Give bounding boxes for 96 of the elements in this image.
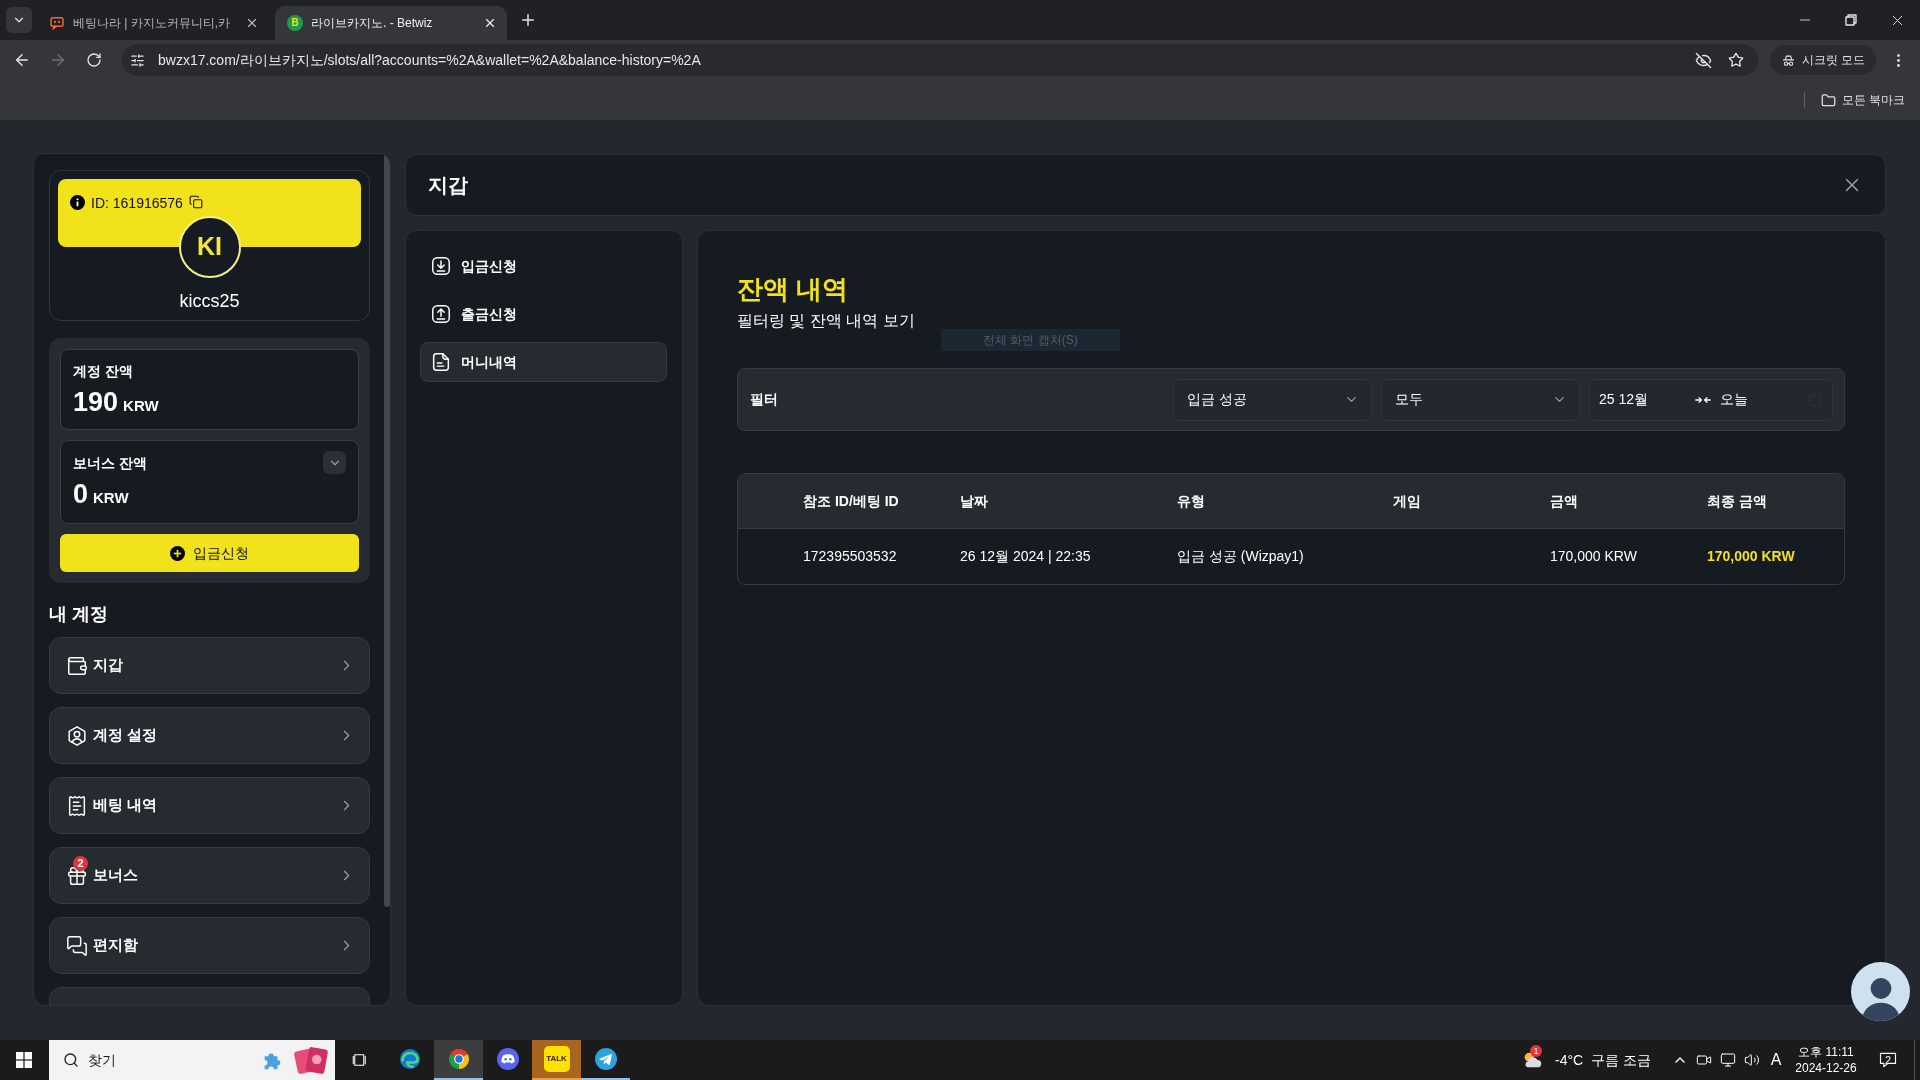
wallet-nav-item[interactable]: 출금신청 [420,294,667,334]
camera-icon[interactable] [1696,1052,1712,1068]
browser-tab[interactable]: 베팅나라 | 카지노커뮤니티,카 [37,6,269,40]
speech-bubble-icon [1878,1050,1898,1070]
page-heading: 잔액 내역 [737,273,849,306]
page-subheading: 필터링 및 잔액 내역 보기 [737,311,915,331]
menu-item[interactable]: 계정 설정 [49,707,370,764]
chat-bubbles-icon [66,934,88,957]
currency-label: KRW [93,488,129,508]
table-cell-text: 170,000 KRW [1550,547,1637,566]
document-icon [430,351,452,373]
taskbar-app[interactable] [434,1040,483,1080]
username: kiccs25 [179,290,240,313]
folder-icon [1820,92,1836,108]
section-heading: 내 계정 [49,603,108,626]
notification-badge: 1 [1530,1045,1542,1057]
user-hexagon-icon [66,724,88,747]
wallet-nav-item[interactable]: 입금신청 [420,246,667,286]
tab-list-button[interactable] [5,7,32,33]
column-header: 금액 [1550,491,1578,511]
wallet-nav-item[interactable]: 머니내역 [420,342,667,382]
filter-select[interactable]: 모두 [1381,378,1580,421]
taskbar-app[interactable]: TALK [532,1040,581,1080]
expand-button[interactable] [323,451,346,474]
swirl-icon [397,1047,422,1071]
table-cell-text: 170,000 KRW [1707,547,1795,566]
menu-item[interactable]: 베팅 내역 [49,777,370,834]
date-from-text: 25 12월 [1599,390,1649,409]
balance-label: 계정 잔액 [73,362,133,381]
menu-item[interactable]: 지갑 [49,637,370,694]
info-icon [70,195,85,210]
speaker-icon[interactable] [1744,1052,1760,1068]
arrows-inward-icon [1695,394,1711,405]
table-cell-text: 입금 성공 (Wizpay1) [1177,547,1304,566]
download-icon [430,255,452,277]
task-view-icon [351,1051,369,1069]
cards-icon [292,1045,330,1075]
input-mode-indicator[interactable]: A [1770,1048,1782,1072]
filter-label: 필터 [750,390,778,409]
menu-item[interactable]: 2 보너스 [49,847,370,904]
column-header: 최종 금액 [1707,491,1767,511]
bookmark-star-icon[interactable] [1728,52,1744,68]
new-tab-icon[interactable] [519,11,537,29]
reload-icon [86,52,102,68]
table-cell-text: 26 12월 2024 | 22:35 [960,547,1091,566]
search-icon [63,1052,79,1068]
date-to-text: 오늘 [1720,390,1749,409]
notification-badge: 2 [73,855,88,871]
bookmarks-button[interactable]: 모든 북마크 [1820,91,1905,109]
close-icon[interactable] [483,16,497,30]
modal-title: 지갑 [428,173,469,198]
monitor-icon[interactable] [1720,1052,1736,1068]
tune-icon[interactable] [130,52,145,68]
incognito-chip[interactable]: 시크릿 모드 [1770,45,1876,75]
copy-icon[interactable] [188,195,203,209]
start-icon [16,1052,32,1068]
filter-select[interactable]: 입금 성공 [1173,378,1372,421]
plus-circle-icon [170,545,185,561]
time-text: 오후 11:11 [1798,1044,1854,1060]
wallet-icon [66,654,88,677]
temperature-text: -4°C [1555,1050,1584,1070]
favicon: B [287,15,303,31]
tricolor-circle-icon [446,1047,471,1071]
table-cell-text: 172395503532 [803,547,897,566]
menu-item[interactable]: 편지함 [49,917,370,974]
hat-glasses-icon [1780,52,1796,68]
scrollbar-thumb[interactable] [384,154,390,907]
controller-icon [495,1047,520,1071]
search-bar[interactable]: 찾기 [49,1040,335,1080]
balance-amount: 190 [73,386,119,418]
currency-label: KRW [123,396,159,416]
address-bar[interactable]: bwzx17.com/라이브카지노/slots/all?accounts=%2A&wallet=%2A&balance-history=%2A [122,44,1758,76]
search-field[interactable]: 찾기 [88,1048,252,1072]
restore-icon[interactable] [1845,14,1857,26]
deposit-button[interactable]: 입금신청 [60,534,359,572]
column-header: 게임 [1393,491,1421,511]
chat-icon [49,15,65,31]
balance-amount: 0 [73,478,89,510]
receipt-icon [66,794,88,817]
clock[interactable]: 오후 11:11 2024-12-26 [1792,1040,1860,1080]
weather-widget[interactable]: 1 -4°C 구름 조금 [1515,1040,1655,1080]
browser-tab[interactable]: B 라이브카지노. - Betwiz [275,6,507,40]
column-header: 유형 [1177,491,1205,511]
paper-plane-icon [593,1047,618,1071]
balance-label: 보너스 잔액 [73,454,147,473]
eye-off-icon[interactable] [1695,51,1712,69]
upload-icon [430,303,452,325]
column-header: 날짜 [960,491,988,511]
talk-logo: TALK [543,1046,570,1072]
user-id-text: ID: 161916576 [91,194,183,213]
date-text: 2024-12-26 [1795,1060,1857,1076]
column-header: 참조 ID/베팅 ID [803,491,899,511]
date-range-field[interactable]: 25 12월 오늘 [1589,378,1833,421]
forward-arrow-icon [49,51,67,69]
weather-condition-text: 구름 조금 [1591,1050,1652,1070]
close-icon[interactable] [245,16,259,30]
